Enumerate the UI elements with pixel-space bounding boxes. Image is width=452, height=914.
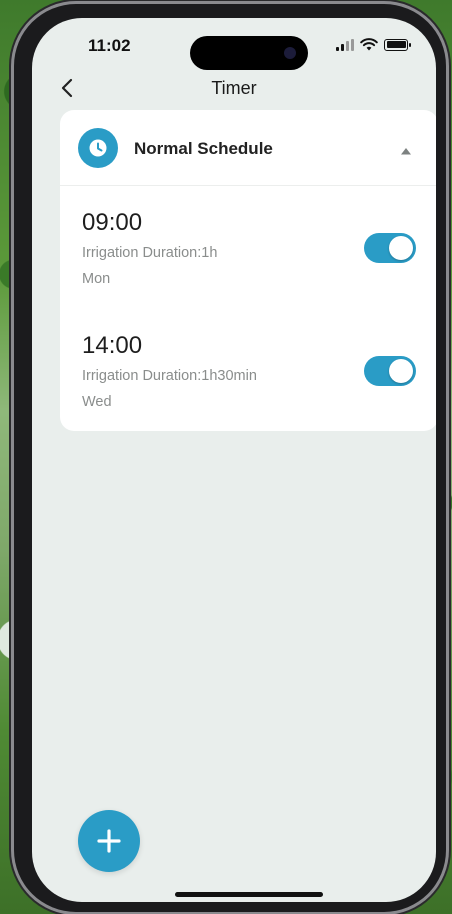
entry-duration: Irrigation Duration:1h — [82, 245, 218, 261]
entry-enable-toggle[interactable] — [364, 233, 416, 263]
entry-duration: Irrigation Duration:1h30min — [82, 368, 257, 384]
schedule-card: Normal Schedule 09:00 Irrigation Duratio… — [60, 110, 436, 431]
plus-icon — [97, 829, 121, 853]
caret-up-icon — [401, 148, 411, 155]
collapse-toggle[interactable] — [400, 143, 412, 155]
status-time: 11:02 — [88, 36, 131, 55]
dynamic-island — [190, 36, 308, 70]
entry-time: 14:00 — [82, 332, 143, 359]
schedule-entry[interactable]: 14:00 Irrigation Duration:1h30min Wed — [60, 332, 436, 442]
app-screen: 11:02 Timer Normal Schedule 09:00 Irriga… — [32, 18, 436, 902]
entry-day: Mon — [82, 271, 111, 287]
phone-frame: 11:02 Timer Normal Schedule 09:00 Irriga… — [14, 4, 446, 912]
battery-icon — [384, 38, 411, 51]
entry-day: Wed — [82, 394, 112, 410]
cellular-signal-icon — [336, 38, 354, 51]
camera-icon — [284, 47, 296, 59]
battery-fill — [386, 41, 406, 48]
add-schedule-button[interactable] — [78, 810, 140, 872]
entry-enable-toggle[interactable] — [364, 356, 416, 386]
status-icons — [336, 38, 411, 51]
home-indicator[interactable] — [175, 892, 323, 897]
toggle-knob — [389, 359, 413, 383]
schedule-card-header[interactable]: Normal Schedule — [60, 110, 436, 186]
page-title: Timer — [211, 78, 257, 98]
navigation-bar: Timer — [32, 72, 436, 104]
status-bar: 11:02 — [32, 18, 436, 70]
clock-icon — [78, 128, 118, 168]
entry-time: 09:00 — [82, 209, 143, 236]
schedule-entry[interactable]: 09:00 Irrigation Duration:1h Mon — [60, 209, 436, 319]
wifi-icon — [360, 38, 378, 51]
schedule-title: Normal Schedule — [134, 139, 273, 158]
toggle-knob — [389, 236, 413, 260]
